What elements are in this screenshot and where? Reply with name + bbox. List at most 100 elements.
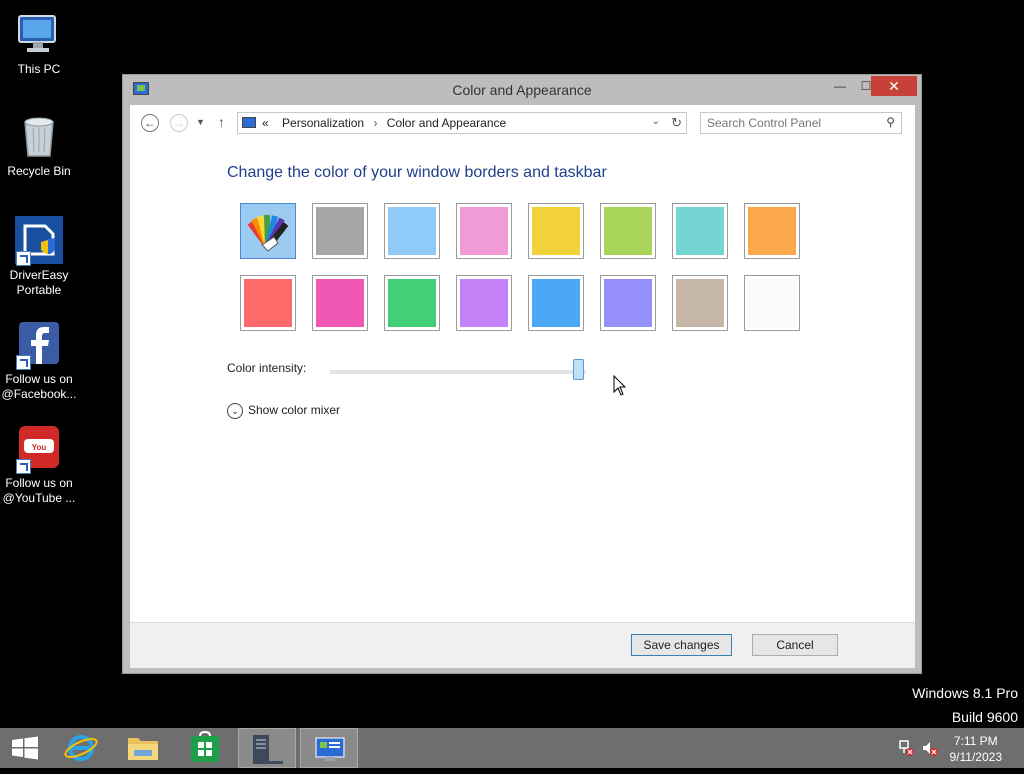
color-swatch-fill: [676, 207, 724, 255]
network-status-icon[interactable]: [898, 739, 916, 757]
taskbar: 7:11 PM 9/11/2023: [0, 728, 1024, 768]
color-swatch-fill: [748, 207, 796, 255]
color-swatch-fill: [532, 207, 580, 255]
color-swatch-magenta[interactable]: [312, 275, 368, 331]
color-swatch-automatic[interactable]: [240, 203, 296, 259]
color-swatch-fill: [244, 207, 292, 255]
dialog-footer: Save changes Cancel: [130, 622, 915, 668]
internet-explorer-taskbar-button[interactable]: [52, 728, 110, 768]
youtube-icon: You: [15, 424, 63, 474]
show-color-mixer-label: Show color mixer: [248, 403, 341, 418]
control-panel-icon: [315, 737, 345, 761]
color-swatch-blue[interactable]: [528, 275, 584, 331]
server-manager-icon: [253, 735, 283, 764]
color-intensity-slider-track[interactable]: [330, 370, 586, 374]
color-swatch-gray[interactable]: [312, 203, 368, 259]
shortcut-arrow-icon: [16, 459, 31, 474]
search-input[interactable]: [707, 116, 877, 130]
color-swatch-teal[interactable]: [672, 203, 728, 259]
title-bar[interactable]: Color and Appearance — ☐ ✕: [123, 75, 921, 105]
back-arrow-icon[interactable]: ←: [141, 114, 159, 132]
color-swatch-fill: [460, 207, 508, 255]
desktop-icon-label: Follow us on @YouTube ...: [2, 476, 76, 505]
close-button[interactable]: ✕: [871, 76, 917, 96]
desktop-icon-label: Recycle Bin: [7, 164, 71, 178]
server-manager-taskbar-button[interactable]: [238, 728, 296, 768]
search-box[interactable]: ⚲: [700, 112, 902, 134]
windows-edition-text: Windows 8.1 Pro: [912, 685, 1018, 701]
address-dropdown-icon[interactable]: ⌄: [652, 116, 660, 127]
breadcrumb-color-and-appearance[interactable]: Color and Appearance: [387, 116, 506, 130]
drivereasy-icon: [15, 216, 63, 266]
color-swatch-fill: [676, 279, 724, 327]
store-icon: [191, 730, 219, 762]
chevron-down-icon: ⌄: [227, 403, 243, 419]
windows-logo-icon: [12, 736, 38, 760]
color-swatch-fill: [244, 279, 292, 327]
svg-text:You: You: [32, 443, 47, 452]
internet-explorer-icon: [64, 735, 98, 761]
color-swatch-pink[interactable]: [456, 203, 512, 259]
shortcut-arrow-icon: [16, 251, 31, 266]
recent-locations-dropdown-icon[interactable]: ▼: [196, 117, 205, 127]
color-swatch-violet[interactable]: [456, 275, 512, 331]
breadcrumb-overflow-icon[interactable]: «: [262, 116, 269, 130]
page-heading: Change the color of your window borders …: [227, 164, 607, 181]
up-arrow-icon[interactable]: ↑: [218, 114, 225, 130]
color-swatch-fill: [604, 207, 652, 255]
desktop-icon-label: This PC: [17, 62, 61, 76]
save-changes-button[interactable]: Save changes: [631, 634, 732, 656]
color-swatch-green[interactable]: [384, 275, 440, 331]
color-swatch-fill: [388, 279, 436, 327]
clock-time: 7:11 PM: [953, 734, 998, 748]
color-palette-icon: [247, 214, 289, 252]
color-swatch-fill: [604, 279, 652, 327]
search-icon[interactable]: ⚲: [886, 115, 895, 129]
color-swatch-sky-blue[interactable]: [384, 203, 440, 259]
folder-icon: [128, 738, 158, 760]
color-swatch-taupe[interactable]: [672, 275, 728, 331]
color-swatch-fill: [316, 279, 364, 327]
cancel-button[interactable]: Cancel: [752, 634, 838, 656]
color-swatch-fill: [532, 279, 580, 327]
refresh-icon[interactable]: ↻: [671, 115, 682, 131]
volume-muted-icon[interactable]: [921, 739, 939, 757]
computer-icon: [15, 10, 63, 58]
facebook-icon: [15, 320, 63, 370]
color-and-appearance-window: Color and Appearance — ☐ ✕ ← → ▼ ↑ « Per…: [122, 74, 922, 674]
clock-date: 9/11/2023: [949, 750, 1003, 764]
breadcrumb-separator-icon[interactable]: ›: [373, 116, 377, 130]
desktop-icon-drivereasy[interactable]: DriverEasy Portable: [0, 216, 78, 298]
show-color-mixer-toggle[interactable]: ⌄ Show color mixer: [227, 403, 340, 419]
minimize-button[interactable]: —: [827, 76, 853, 96]
store-taskbar-button[interactable]: [176, 728, 234, 768]
start-button[interactable]: [0, 728, 58, 768]
color-swatch-white[interactable]: [744, 275, 800, 331]
taskbar-clock[interactable]: 7:11 PM 9/11/2023: [950, 733, 1003, 765]
file-explorer-taskbar-button[interactable]: [114, 728, 172, 768]
color-intensity-label: Color intensity:: [227, 361, 307, 375]
forward-arrow-icon[interactable]: →: [170, 114, 188, 132]
desktop-icon-youtube[interactable]: You Follow us on @YouTube ...: [0, 424, 78, 506]
desktop-icon-label: Follow us on @Facebook...: [1, 372, 77, 401]
color-swatch-yellow[interactable]: [528, 203, 584, 259]
color-swatch-red[interactable]: [240, 275, 296, 331]
color-swatch-fill: [316, 207, 364, 255]
address-bar[interactable]: « Personalization › Color and Appearance…: [237, 112, 687, 134]
breadcrumb-personalization[interactable]: Personalization: [282, 116, 364, 130]
window-client-area: ← → ▼ ↑ « Personalization › Color and Ap…: [130, 105, 915, 668]
desktop-icon-this-pc[interactable]: This PC: [0, 10, 78, 77]
color-swatch-fill: [460, 279, 508, 327]
color-intensity-slider-thumb[interactable]: [572, 359, 584, 380]
color-swatch-orange[interactable]: [744, 203, 800, 259]
shortcut-arrow-icon: [16, 355, 31, 370]
navigation-bar: ← → ▼ ↑ « Personalization › Color and Ap…: [130, 105, 915, 141]
control-panel-taskbar-button[interactable]: [300, 728, 358, 768]
desktop-icon-label: DriverEasy Portable: [9, 268, 69, 297]
color-swatch-lime[interactable]: [600, 203, 656, 259]
desktop-icon-facebook[interactable]: Follow us on @Facebook...: [0, 320, 78, 402]
desktop-icon-recycle-bin[interactable]: Recycle Bin: [0, 112, 78, 179]
color-swatch-periwinkle[interactable]: [600, 275, 656, 331]
control-panel-icon: [242, 117, 256, 128]
recycle-bin-icon: [15, 112, 63, 160]
